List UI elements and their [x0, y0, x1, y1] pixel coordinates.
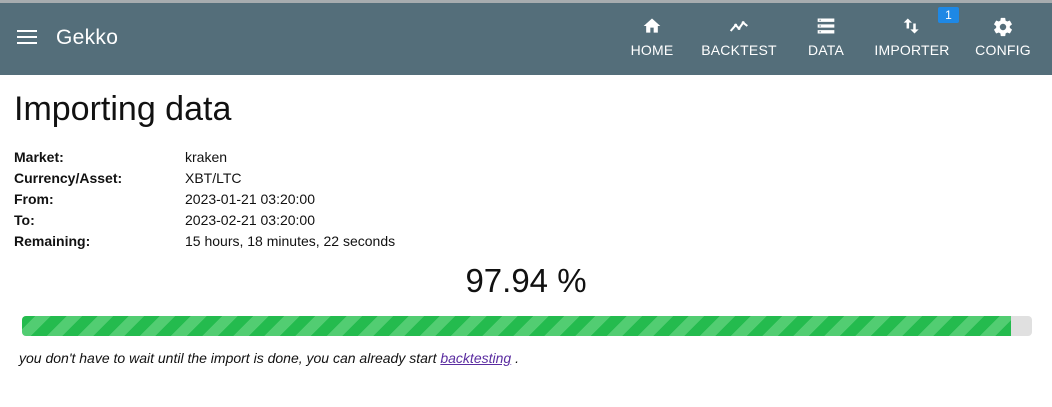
detail-value: 15 hours, 18 minutes, 22 seconds	[185, 233, 396, 249]
nav-backtest[interactable]: BACKTEST	[700, 3, 778, 75]
nav-backtest-label: BACKTEST	[701, 42, 777, 58]
nav-data[interactable]: DATA	[804, 3, 848, 75]
detail-value: 2023-01-21 03:20:00	[185, 191, 315, 207]
detail-value: XBT/LTC	[185, 170, 242, 186]
detail-label: To:	[14, 212, 35, 228]
detail-label: Market:	[14, 149, 64, 165]
detail-label: Remaining:	[14, 233, 91, 249]
detail-label: Currency/Asset:	[14, 170, 123, 186]
storage-icon	[804, 16, 848, 38]
import-progress-bar	[22, 316, 1032, 336]
progress-fill	[22, 316, 1012, 336]
nav-config[interactable]: CONFIG	[974, 3, 1032, 75]
nav-importer-label: IMPORTER	[874, 42, 950, 58]
menu-icon[interactable]	[17, 30, 37, 46]
page-title: Importing data	[14, 90, 232, 128]
backtesting-link[interactable]: backtesting	[440, 350, 511, 366]
backtest-hint: you don't have to wait until the import …	[19, 350, 519, 366]
top-navbar: Gekko HOME BACKTEST DATA IMPORTER CONFIG…	[0, 3, 1052, 75]
app-title[interactable]: Gekko	[56, 26, 118, 50]
importer-badge: 1	[938, 7, 959, 23]
detail-label: From:	[14, 191, 54, 207]
nav-config-label: CONFIG	[975, 42, 1031, 58]
progress-percentage: 97.94 %	[465, 262, 587, 299]
nav-home[interactable]: HOME	[628, 3, 676, 75]
detail-value: 2023-02-21 03:20:00	[185, 212, 315, 228]
hint-text: you don't have to wait until the import …	[19, 350, 437, 366]
gear-icon	[974, 16, 1032, 38]
nav-data-label: DATA	[807, 42, 845, 58]
nav-home-label: HOME	[630, 42, 674, 58]
hint-suffix: .	[515, 350, 519, 366]
chart-line-icon	[700, 16, 778, 38]
detail-value: kraken	[185, 149, 228, 165]
home-icon	[628, 16, 676, 38]
